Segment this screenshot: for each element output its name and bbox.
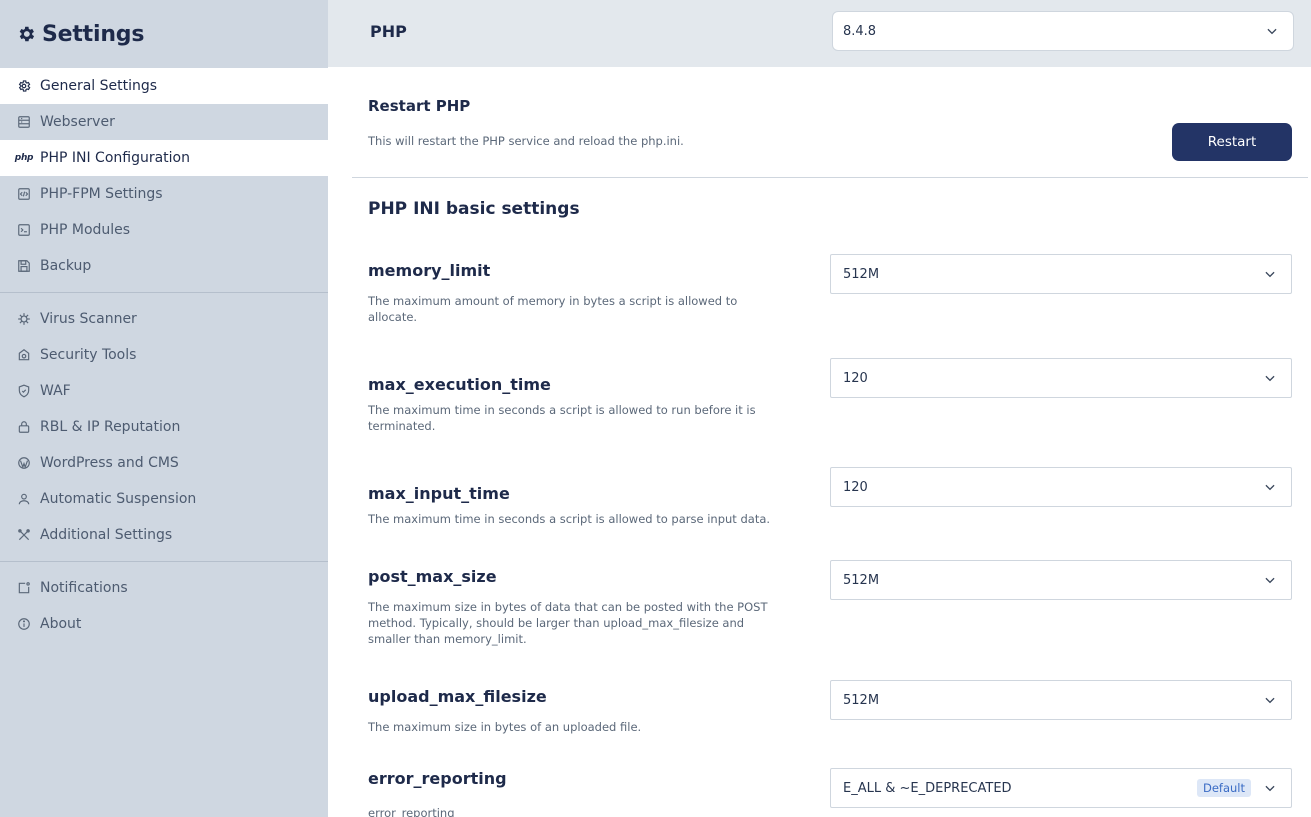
- sidebar-item-waf[interactable]: WAF: [0, 373, 328, 409]
- sidebar-item-label: Virus Scanner: [40, 311, 137, 327]
- setting-name-memory-limit: memory_limit: [368, 261, 491, 280]
- sidebar-item-label: PHP Modules: [40, 222, 131, 238]
- sidebar-item-rbl-ip-reputation[interactable]: RBL & IP Reputation: [0, 409, 328, 445]
- sidebar-item-virus-scanner[interactable]: Virus Scanner: [0, 301, 328, 337]
- restart-php-description: This will restart the PHP service and re…: [368, 134, 684, 148]
- sidebar-item-label: Webserver: [40, 114, 115, 130]
- select-value: E_ALL & ~E_DEPRECATED: [843, 780, 1012, 796]
- terminal-icon: [16, 222, 32, 238]
- sidebar-header: Settings: [0, 0, 328, 68]
- restart-button[interactable]: Restart: [1172, 123, 1292, 161]
- setting-name-error-reporting: error_reporting: [368, 769, 507, 788]
- sidebar-item-php-modules[interactable]: PHP Modules: [0, 212, 328, 248]
- sidebar-divider: [0, 292, 328, 293]
- select-value: 512M: [843, 692, 880, 708]
- php-version-bar: PHP 8.4.8: [328, 0, 1311, 67]
- chevron-down-icon: [1265, 484, 1275, 491]
- sidebar-divider: [0, 561, 328, 562]
- default-badge: Default: [1196, 779, 1251, 797]
- sidebar-item-label: PHP INI Configuration: [40, 150, 190, 166]
- sidebar-item-backup[interactable]: Backup: [0, 248, 328, 284]
- chevron-down-icon: [1265, 697, 1275, 704]
- shield-icon: [16, 383, 32, 399]
- setting-name-max-execution-time: max_execution_time: [368, 375, 551, 394]
- code-window-icon: [16, 186, 32, 202]
- gear-outline-icon: [16, 78, 32, 94]
- setting-description-upload-max-filesize: The maximum size in bytes of an uploaded…: [368, 720, 642, 734]
- php-version-label: PHP: [370, 22, 407, 41]
- sidebar-item-label: General Settings: [40, 78, 158, 94]
- chevron-down-icon: [1265, 375, 1275, 382]
- setting-name-upload-max-filesize: upload_max_filesize: [368, 687, 547, 706]
- setting-description-max-execution-time: The maximum time in seconds a script is …: [368, 403, 756, 433]
- sidebar-nav-info: Notifications About: [0, 570, 328, 642]
- sidebar-item-label: Notifications: [40, 580, 128, 596]
- setting-name-max-input-time: max_input_time: [368, 484, 510, 503]
- sidebar-nav: General Settings Webserver php PHP INI C…: [0, 68, 328, 284]
- main-content: Restart PHP This will restart the PHP se…: [328, 67, 1311, 817]
- sidebar-item-php-fpm-settings[interactable]: PHP-FPM Settings: [0, 176, 328, 212]
- memory-limit-select[interactable]: 512M: [830, 254, 1292, 294]
- wordpress-icon: [16, 455, 32, 471]
- sidebar-title: Settings: [42, 21, 145, 47]
- setting-description-post-max-size: The maximum size in bytes of data that c…: [368, 600, 768, 646]
- php-version-select[interactable]: 8.4.8: [832, 11, 1294, 51]
- gear-icon: [19, 26, 35, 42]
- select-value: 120: [843, 370, 868, 386]
- sidebar-item-security-tools[interactable]: Security Tools: [0, 337, 328, 373]
- sidebar-item-additional-settings[interactable]: Additional Settings: [0, 517, 328, 553]
- info-icon: [16, 616, 32, 632]
- sidebar-item-automatic-suspension[interactable]: Automatic Suspension: [0, 481, 328, 517]
- sidebar-item-label: PHP-FPM Settings: [40, 186, 163, 202]
- sidebar-item-label: Automatic Suspension: [40, 491, 197, 507]
- restart-php-title: Restart PHP: [368, 97, 471, 115]
- tools-icon: [16, 527, 32, 543]
- sidebar-item-label: Additional Settings: [40, 527, 173, 543]
- setting-description-memory-limit: The maximum amount of memory in bytes a …: [368, 294, 738, 324]
- sidebar: Settings General Settings Webserver php …: [0, 0, 328, 817]
- server-icon: [16, 114, 32, 130]
- select-value: 512M: [843, 572, 880, 588]
- user-icon: [16, 491, 32, 507]
- sidebar-item-webserver[interactable]: Webserver: [0, 104, 328, 140]
- sidebar-item-label: Backup: [40, 258, 92, 274]
- sidebar-item-label: About: [40, 616, 82, 632]
- sidebar-item-label: Security Tools: [40, 347, 137, 363]
- sidebar-item-about[interactable]: About: [0, 606, 328, 642]
- select-value: 120: [843, 479, 868, 495]
- chevron-down-icon: [1265, 577, 1275, 584]
- virus-icon: [16, 311, 32, 327]
- sidebar-nav-security: Virus Scanner Security Tools WAF RBL & I…: [0, 301, 328, 553]
- setting-description-error-reporting: error_reporting: [368, 806, 455, 817]
- chevron-down-icon: [1267, 28, 1277, 35]
- sidebar-item-notifications[interactable]: Notifications: [0, 570, 328, 606]
- floppy-icon: [16, 258, 32, 274]
- post-max-size-select[interactable]: 512M: [830, 560, 1292, 600]
- chevron-down-icon: [1265, 785, 1275, 792]
- sidebar-item-general-settings[interactable]: General Settings: [0, 68, 328, 104]
- chevron-down-icon: [1265, 271, 1275, 278]
- max-execution-time-select[interactable]: 120: [830, 358, 1292, 398]
- php-icon: php: [14, 153, 34, 163]
- max-input-time-select[interactable]: 120: [830, 467, 1292, 507]
- sidebar-item-label: WAF: [40, 383, 71, 399]
- upload-max-filesize-select[interactable]: 512M: [830, 680, 1292, 720]
- sidebar-item-php-ini-configuration[interactable]: php PHP INI Configuration: [0, 140, 328, 176]
- php-version-value: 8.4.8: [843, 23, 877, 39]
- setting-name-post-max-size: post_max_size: [368, 567, 497, 586]
- notification-icon: [16, 580, 32, 596]
- sidebar-item-wordpress-and-cms[interactable]: WordPress and CMS: [0, 445, 328, 481]
- sidebar-item-label: RBL & IP Reputation: [40, 419, 181, 435]
- select-value: 512M: [843, 266, 880, 282]
- lock-icon: [16, 419, 32, 435]
- section-title: PHP INI basic settings: [368, 199, 580, 219]
- section-divider: [352, 177, 1308, 178]
- sidebar-item-label: WordPress and CMS: [40, 455, 179, 471]
- setting-description-max-input-time: The maximum time in seconds a script is …: [368, 512, 771, 526]
- security-camera-icon: [16, 347, 32, 363]
- error-reporting-select[interactable]: E_ALL & ~E_DEPRECATED Default: [830, 768, 1292, 808]
